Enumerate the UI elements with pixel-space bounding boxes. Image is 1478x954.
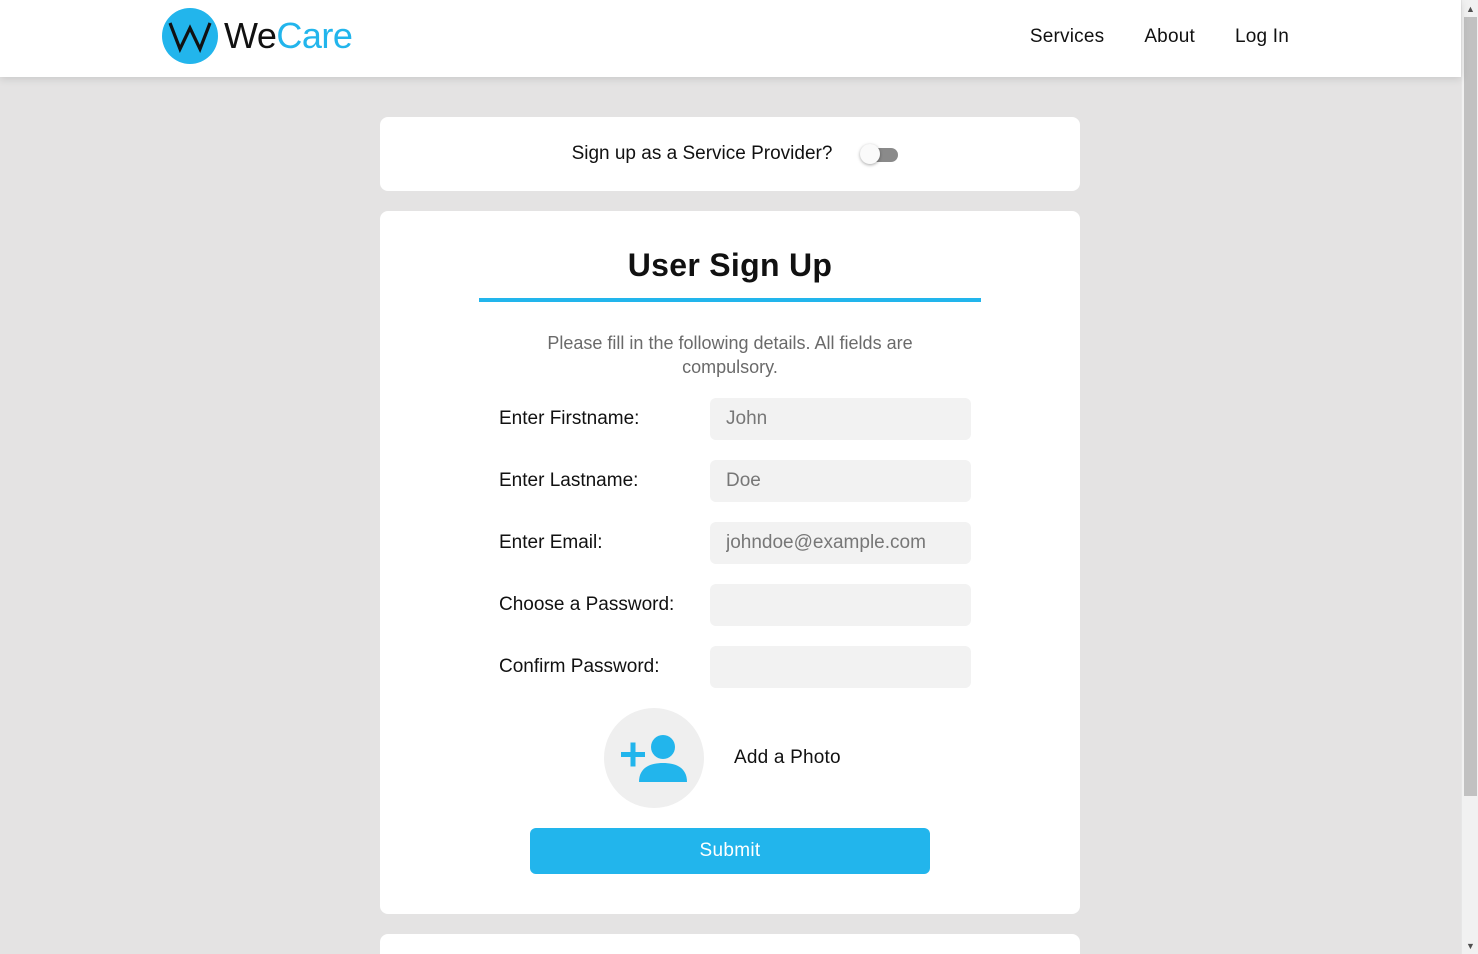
add-photo-button[interactable]: Add a Photo — [604, 708, 841, 808]
site-header: WeCare Services About Log In — [0, 0, 1461, 77]
nav-login-link[interactable]: Log In — [1235, 26, 1289, 48]
add-user-icon — [621, 735, 687, 782]
scroll-up-arrow-icon[interactable]: ▲ — [1462, 0, 1478, 17]
password-input[interactable] — [710, 584, 971, 626]
password-label: Choose a Password: — [499, 594, 675, 615]
firstname-row: Enter Firstname: — [499, 398, 971, 440]
password-row: Choose a Password: — [499, 584, 971, 626]
firstname-label: Enter Firstname: — [499, 408, 640, 429]
scroll-thumb[interactable] — [1464, 17, 1477, 796]
form-subtitle: Please fill in the following details. Al… — [547, 333, 913, 377]
logo-text-care: Care — [276, 15, 353, 56]
logo-w-icon — [162, 8, 218, 64]
email-label: Enter Email: — [499, 532, 603, 553]
signup-form-card: User Sign Up Please fill in the followin… — [380, 211, 1080, 914]
logo-wordmark: WeCare — [224, 15, 353, 56]
email-input[interactable] — [710, 522, 971, 564]
confirm-password-label: Confirm Password: — [499, 656, 660, 677]
lastname-label: Enter Lastname: — [499, 470, 639, 491]
confirm-password-input[interactable] — [710, 646, 971, 688]
scroll-down-arrow-icon[interactable]: ▼ — [1462, 937, 1478, 954]
confirm-password-row: Confirm Password: — [499, 646, 971, 688]
firstname-input[interactable] — [710, 398, 971, 440]
nav-services-link[interactable]: Services — [1030, 26, 1104, 48]
lastname-row: Enter Lastname: — [499, 460, 971, 502]
main-nav: Services About Log In — [1030, 26, 1289, 48]
lastname-input[interactable] — [710, 460, 971, 502]
logo[interactable]: WeCare — [162, 8, 353, 64]
provider-toggle-switch[interactable] — [860, 143, 900, 165]
form-title: User Sign Up — [479, 247, 981, 302]
add-photo-label: Add a Photo — [734, 747, 841, 768]
provider-toggle-card: Sign up as a Service Provider? — [380, 117, 1080, 191]
logo-text-we: We — [224, 15, 277, 56]
provider-toggle-label: Sign up as a Service Provider? — [571, 143, 833, 164]
photo-placeholder — [604, 708, 704, 808]
page-scrollbar[interactable]: ▲ ▼ — [1461, 0, 1478, 954]
next-card-partial — [380, 934, 1080, 954]
submit-button[interactable]: Submit — [530, 828, 930, 874]
email-row: Enter Email: — [499, 522, 971, 564]
nav-about-link[interactable]: About — [1144, 26, 1195, 48]
